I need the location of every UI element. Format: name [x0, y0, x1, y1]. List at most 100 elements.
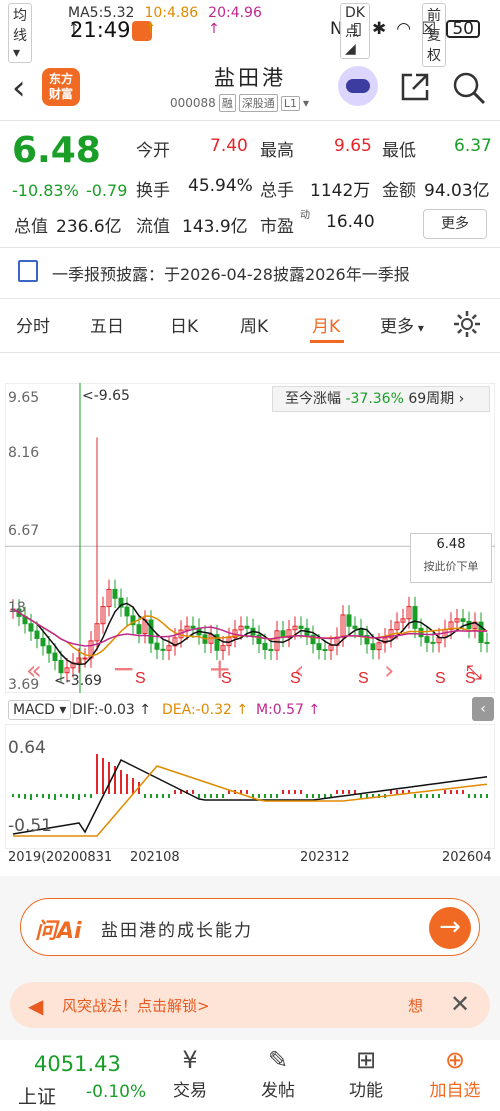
wifi-icon: ◠ — [396, 19, 412, 39]
nav-function[interactable]: ⊞ 功能 — [331, 1046, 401, 1101]
cumulative-change: 至今涨幅 -37.36% 69周期 › — [272, 386, 490, 412]
price-tip-action: 按此价下单 — [423, 560, 479, 573]
promo-text: 风突战法！点击解锁> — [62, 997, 210, 1015]
arrow-right-icon[interactable]: → — [429, 907, 471, 949]
candle-body — [460, 618, 466, 622]
cum-label: 至今涨幅 — [285, 391, 341, 407]
min-marker: <-3.69 — [54, 673, 102, 689]
candle-body — [34, 630, 40, 639]
candle-body — [160, 648, 166, 651]
notice-bar[interactable]: 一季报预披露：于2026-04-28披露2026年一季报 — [0, 248, 500, 296]
yuan-icon: ¥ — [182, 1046, 198, 1074]
volume-label: 总手 — [260, 181, 294, 201]
low-label: 最低 — [382, 141, 416, 161]
scroll-next-icon[interactable]: › — [384, 656, 394, 686]
tab-more[interactable]: 更多 ▾ — [380, 312, 424, 337]
macd-chart[interactable] — [5, 724, 495, 849]
zoom-out-icon[interactable]: − — [112, 652, 135, 685]
tab-weekly-k[interactable]: 周K — [240, 312, 268, 337]
amount-value: 94.03亿 — [424, 181, 490, 201]
nav-trade[interactable]: ¥ 交易 — [155, 1046, 225, 1101]
share-icon[interactable] — [398, 70, 432, 104]
scroll-prev-icon[interactable]: ‹ — [294, 656, 304, 686]
candle-body — [298, 625, 304, 629]
candle-body — [322, 649, 328, 652]
index-name: 上证 — [18, 1086, 57, 1108]
candle-body — [46, 645, 52, 654]
candle-body — [412, 606, 418, 629]
cum-pct: -37.36% — [345, 391, 404, 407]
candle-body — [424, 636, 430, 643]
scroll-left-icon[interactable]: « — [26, 656, 42, 686]
tab-five-day[interactable]: 五日 — [90, 312, 124, 337]
index-value[interactable]: 4051.43 — [34, 1052, 121, 1076]
candle-body — [430, 641, 436, 644]
adjust-select[interactable]: 前复权 — [422, 3, 446, 67]
candle-body — [82, 657, 88, 660]
nav-add-watchlist[interactable]: ⊕ 加自选 — [420, 1046, 490, 1101]
ma-select-label: 均线 — [13, 8, 27, 44]
divider — [0, 298, 500, 299]
turnover-label: 换手 — [136, 181, 170, 201]
mcap-label: 总值 — [14, 217, 48, 237]
close-icon[interactable]: ✕ — [450, 990, 470, 1018]
nav-post[interactable]: ✎ 发帖 — [243, 1046, 313, 1101]
ma20-value: 20:4.96 ↑ — [208, 5, 262, 37]
low-value: 6.37 — [454, 136, 492, 156]
nav-add-label: 加自选 — [429, 1081, 481, 1101]
candle-body — [370, 643, 376, 651]
sell-marker: S — [358, 670, 369, 687]
amount-label: 金额 — [382, 181, 416, 201]
fullscreen-icon[interactable]: ⤡ — [466, 660, 482, 684]
dea-line — [13, 765, 488, 837]
ai-assistant-icon[interactable] — [338, 66, 378, 106]
x-axis: 2019( 20200831 202108 202312 202604 — [0, 848, 500, 872]
chevron-down-icon[interactable]: ▾ — [303, 96, 309, 110]
bottom-nav: 4051.43 上证 -0.10% ¥ 交易 ✎ 发帖 ⊞ 功能 ⊕ 加自选 — [0, 1040, 500, 1111]
dea-value: DEA:-0.32 ↑ — [162, 702, 249, 718]
zoom-in-icon[interactable]: + — [208, 652, 231, 685]
sell-marker: S — [435, 670, 446, 687]
price-tip[interactable]: 6.48 按此价下单 — [410, 533, 492, 583]
ma-select[interactable]: 均线 ▾ — [8, 3, 32, 63]
candle-body — [244, 625, 250, 629]
tab-daily-k[interactable]: 日K — [170, 312, 198, 337]
stock-code-row: 000088 融 深股通 L1 ▾ — [170, 94, 309, 112]
collapse-icon[interactable]: ‹ — [472, 697, 494, 721]
more-quote-button[interactable]: 更多 — [423, 209, 487, 239]
nav-trade-label: 交易 — [173, 1081, 207, 1101]
tab-intraday[interactable]: 分时 — [16, 312, 50, 337]
pe-value: 16.40 — [326, 212, 375, 232]
grid-icon: ⊞ — [355, 1046, 377, 1074]
ai-question-box[interactable]: 问Ai 盐田港的成长能力 → — [20, 898, 480, 956]
search-icon[interactable] — [451, 70, 487, 106]
divider — [0, 120, 500, 121]
candle-body — [346, 614, 352, 627]
tag-connect: 深股通 — [238, 94, 278, 112]
macd-legend: MACD ▾ DIF:-0.03 ↑ DEA:-0.32 ↑ M:0.57 ↑ … — [0, 697, 500, 723]
candle-body — [262, 642, 268, 650]
x-label-4: 202604 — [442, 850, 492, 865]
candle-body — [124, 606, 130, 617]
x-label-1: 20200831 — [46, 850, 113, 865]
indicator-select[interactable]: MACD ▾ — [8, 700, 72, 720]
macd-top-label: 0.64 — [8, 738, 46, 758]
dk-point-select[interactable]: DK点 ◢ — [340, 3, 370, 59]
ma10-value: 10:4.86 ↑ — [144, 5, 199, 37]
candle-body — [148, 619, 154, 644]
turnover-value: 45.94% — [188, 176, 253, 196]
candle-body — [40, 637, 46, 647]
y-label-3: 6.67 — [8, 523, 40, 539]
cum-periods: 69周期 — [408, 391, 455, 407]
index-pct: -0.10% — [86, 1082, 147, 1102]
plus-circle-icon: ⊕ — [444, 1046, 466, 1074]
indicator-label: MACD — [13, 702, 55, 718]
period-tabs: 分时 五日 日K 周K 月K 更多 ▾ — [0, 300, 500, 350]
gear-icon[interactable] — [452, 309, 482, 339]
macd-bottom-label: -0.51 — [8, 816, 52, 836]
price-tip-value: 6.48 — [436, 537, 466, 552]
tab-monthly-k[interactable]: 月K — [312, 312, 340, 337]
m-value: M:0.57 ↑ — [256, 702, 321, 718]
last-price: 6.48 — [12, 130, 101, 171]
promo-banner[interactable]: ◀ 风突战法！点击解锁> 想 ✕ — [10, 982, 490, 1028]
